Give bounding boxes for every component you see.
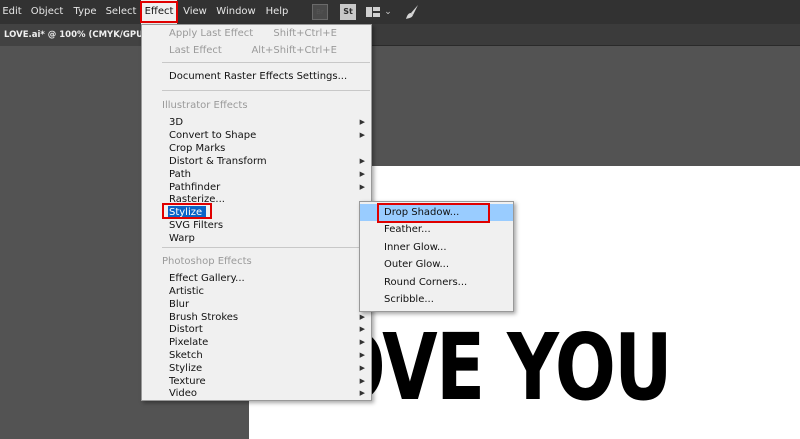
- menu-object[interactable]: Object: [28, 0, 66, 24]
- menu-separator: [162, 90, 370, 91]
- menu-item-apply-last-effect: Apply Last Effect Shift+Ctrl+E: [142, 25, 371, 42]
- menu-help[interactable]: Help: [264, 0, 290, 24]
- submenu-item-outer-glow[interactable]: Outer Glow...: [360, 256, 513, 273]
- submenu-arrow-icon: ▶: [359, 157, 365, 165]
- menu-item-video[interactable]: Video ▶: [142, 387, 371, 400]
- submenu-arrow-icon: ▶: [359, 389, 365, 397]
- menu-view[interactable]: View: [181, 0, 209, 24]
- shortcut-apply-last-effect: Shift+Ctrl+E: [273, 28, 337, 39]
- menu-item-convert-to-shape[interactable]: Convert to Shape ▶: [142, 129, 371, 142]
- submenu-arrow-icon: ▶: [359, 338, 365, 346]
- submenu-arrow-icon: ▶: [359, 118, 365, 126]
- menu-item-rasterize[interactable]: Rasterize...: [142, 193, 371, 206]
- menu-item-distort[interactable]: Distort ▶: [142, 323, 371, 336]
- bridge-icon[interactable]: Br: [312, 4, 328, 20]
- submenu-item-feather[interactable]: Feather...: [360, 221, 513, 238]
- menu-item-stylize[interactable]: Stylize▶: [142, 206, 371, 219]
- menu-item-effect-gallery[interactable]: Effect Gallery...: [142, 272, 371, 285]
- menu-item-distort-transform[interactable]: Distort & Transform ▶: [142, 155, 371, 168]
- menu-item-stylize-photoshop[interactable]: Stylize ▶: [142, 362, 371, 375]
- menu-item-crop-marks[interactable]: Crop Marks: [142, 142, 371, 155]
- document-tab-bar: LOVE.ai* @ 100% (CMYK/GPU Pre: [0, 24, 800, 46]
- document-tab[interactable]: LOVE.ai* @ 100% (CMYK/GPU Pre: [0, 24, 150, 46]
- submenu-arrow-icon: ▶: [359, 364, 365, 372]
- menu-item-path[interactable]: Path ▶: [142, 168, 371, 181]
- menu-separator: [162, 62, 370, 63]
- submenu-arrow-icon: ▶: [359, 131, 365, 139]
- menu-item-blur[interactable]: Blur▶: [142, 298, 371, 311]
- menu-select[interactable]: Select: [104, 0, 138, 24]
- submenu-arrow-icon: ▶: [359, 170, 365, 178]
- effect-menu: Apply Last Effect Shift+Ctrl+E Last Effe…: [141, 24, 372, 401]
- stock-icon[interactable]: St: [340, 4, 356, 20]
- menu-item-sketch[interactable]: Sketch ▶: [142, 349, 371, 362]
- chevron-down-icon[interactable]: ⌄: [383, 4, 393, 20]
- workspace-icon[interactable]: [366, 4, 380, 20]
- stylize-submenu: Drop Shadow... Feather... Inner Glow... …: [359, 201, 514, 312]
- menu-window[interactable]: Window: [215, 0, 257, 24]
- menu-edit[interactable]: Edit: [0, 0, 24, 24]
- menu-item-last-effect: Last Effect Alt+Shift+Ctrl+E: [142, 42, 371, 59]
- illustrator-effects-header: Illustrator Effects: [162, 100, 248, 111]
- submenu-item-scribble[interactable]: Scribble...: [360, 291, 513, 308]
- menu-item-3d[interactable]: 3D ▶: [142, 116, 371, 129]
- menu-item-document-raster-effects-settings[interactable]: Document Raster Effects Settings...: [142, 68, 371, 85]
- photoshop-effects-header: Photoshop Effects: [162, 256, 252, 267]
- menu-item-warp[interactable]: Warp▶: [142, 232, 371, 245]
- brush-icon[interactable]: [405, 4, 419, 20]
- menu-type[interactable]: Type: [70, 0, 100, 24]
- menu-separator: [162, 247, 370, 248]
- submenu-item-round-corners[interactable]: Round Corners...: [360, 274, 513, 291]
- menu-item-pixelate[interactable]: Pixelate ▶: [142, 336, 371, 349]
- menu-effect[interactable]: Effect: [141, 0, 177, 24]
- submenu-arrow-icon: ▶: [359, 351, 365, 359]
- submenu-item-drop-shadow[interactable]: Drop Shadow...: [360, 204, 513, 221]
- submenu-item-inner-glow[interactable]: Inner Glow...: [360, 239, 513, 256]
- submenu-arrow-icon: ▶: [359, 325, 365, 333]
- menu-item-svg-filters[interactable]: SVG Filters▶: [142, 219, 371, 232]
- shortcut-last-effect: Alt+Shift+Ctrl+E: [251, 45, 337, 56]
- menu-bar: Edit Object Type Select Effect View Wind…: [0, 0, 800, 24]
- menu-item-artistic[interactable]: Artistic▶: [142, 285, 371, 298]
